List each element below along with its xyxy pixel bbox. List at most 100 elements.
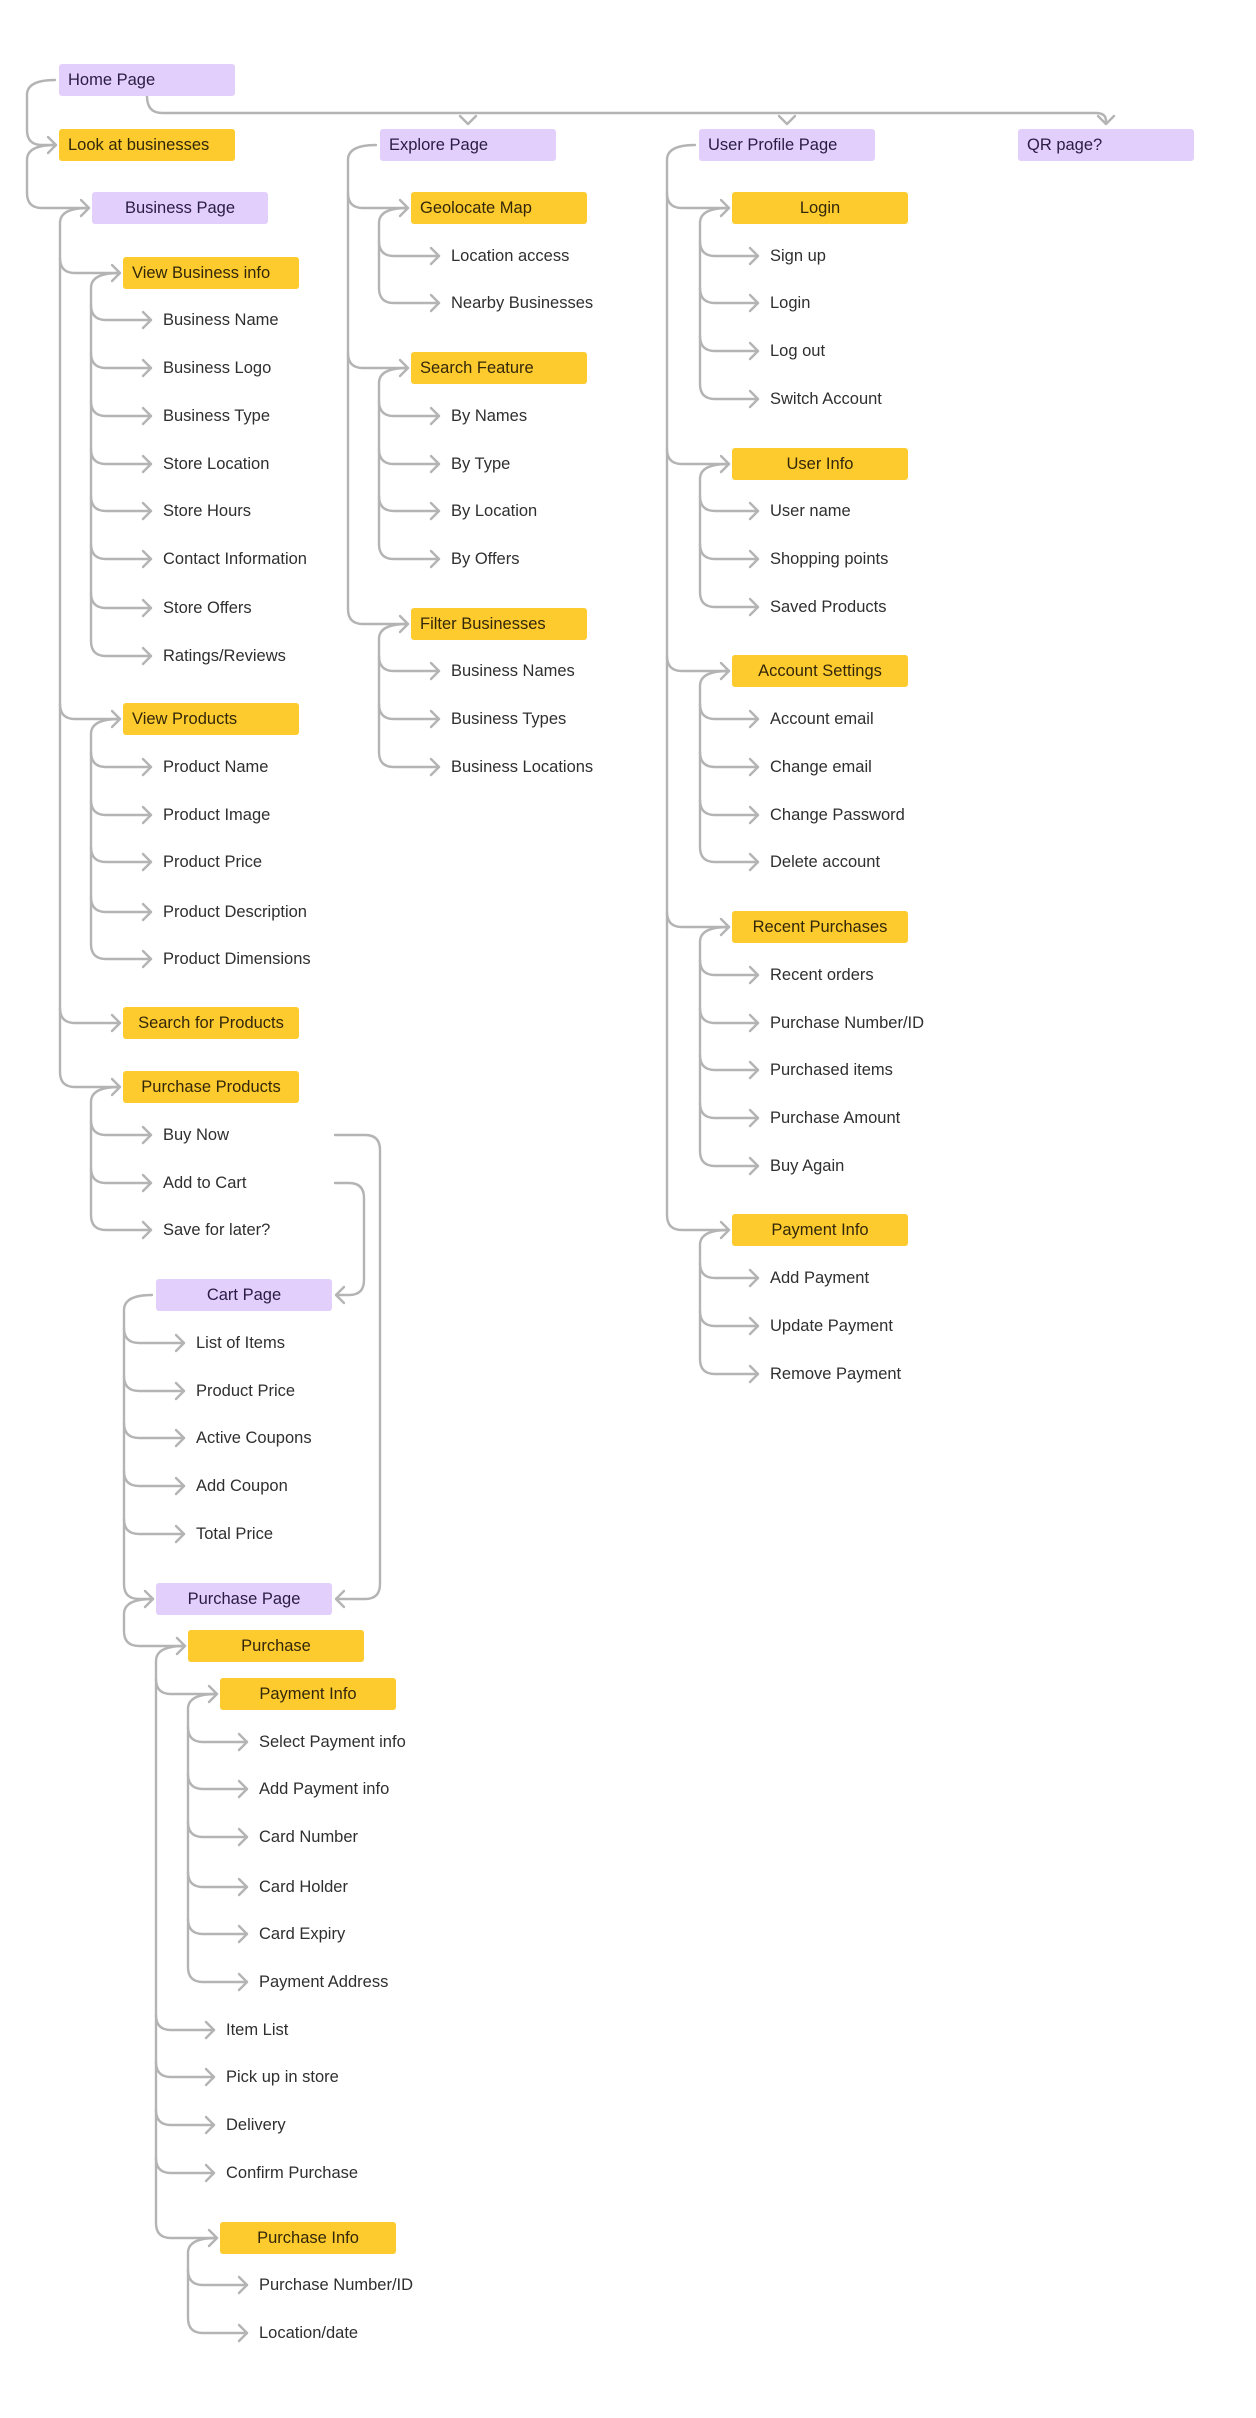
item-node-update-payment: Update Payment	[770, 1317, 893, 1335]
item-node-store-location: Store Location	[163, 455, 270, 473]
feature-node-search-for-products: Search for Products	[123, 1007, 299, 1039]
feature-node-user-info: User Info	[732, 448, 908, 480]
connector-branch-login	[665, 191, 731, 210]
item-node-buy-again: Buy Again	[770, 1157, 845, 1175]
item-node-purchased-items: Purchased items	[770, 1061, 893, 1079]
page-node-business-page: Business Page	[92, 192, 268, 224]
item-node-remove-payment: Remove Payment	[770, 1365, 902, 1383]
item-node-contact-information: Contact Information	[163, 550, 307, 568]
item-node-add-to-cart: Add to Cart	[163, 1174, 247, 1192]
connector-branch-look-at-businesses	[25, 128, 58, 147]
feature-node-look-at-businesses: Look at businesses	[59, 129, 235, 161]
item-node-delivery: Delivery	[226, 2116, 286, 2134]
connector-trunk-user-info	[698, 462, 730, 594]
item-node-saved-products: Saved Products	[770, 598, 887, 616]
feature-node-filter-businesses: Filter Businesses	[411, 608, 587, 640]
item-node-switch-account: Switch Account	[770, 390, 882, 408]
item-node-business-type: Business Type	[163, 407, 271, 425]
feature-node-account-settings: Account Settings	[732, 655, 908, 687]
connector-trunk-payment-info	[186, 1692, 218, 1969]
arrow-down-icon	[777, 114, 797, 126]
feature-node-purchase: Purchase	[188, 1630, 364, 1662]
arrow-down-icon	[458, 114, 478, 126]
connector-trunk-account-settings	[698, 669, 730, 849]
item-node-payment-address: Payment Address	[259, 1973, 389, 1991]
item-node-recent-orders: Recent orders	[770, 966, 874, 984]
connector-trunk-payment-info	[698, 1228, 730, 1361]
item-node-ratings-reviews: Ratings/Reviews	[163, 647, 286, 665]
connector-branch-business-page	[25, 191, 91, 210]
connector-trunk-user-profile-page	[665, 143, 697, 1217]
item-node-change-password: Change Password	[770, 806, 905, 824]
item-node-card-expiry: Card Expiry	[259, 1925, 346, 1943]
connector-add-to-cart-to-cart-page	[333, 1181, 366, 1297]
item-node-product-price: Product Price	[196, 1382, 296, 1400]
item-node-card-number: Card Number	[259, 1828, 359, 1846]
item-node-product-image: Product Image	[163, 806, 271, 824]
item-node-store-offers: Store Offers	[163, 599, 252, 617]
connector-branch-account-settings	[665, 654, 731, 673]
item-node-nearby-businesses: Nearby Businesses	[451, 294, 594, 312]
connector-trunk-view-business-info	[89, 271, 121, 643]
connector-trunk-purchase-products	[89, 1085, 121, 1217]
connector-trunk-home-page	[25, 78, 57, 132]
feature-node-login: Login	[732, 192, 908, 224]
connector-trunk-search-feature	[377, 366, 409, 546]
connector-trunk-login	[698, 206, 730, 386]
item-node-by-names: By Names	[451, 407, 528, 425]
item-node-by-type: By Type	[451, 455, 511, 473]
connector-branch-payment-info	[154, 1677, 219, 1696]
item-node-store-hours: Store Hours	[163, 502, 252, 520]
page-node-purchase-page: Purchase Page	[156, 1583, 332, 1615]
feature-node-view-business-info: View Business info	[123, 257, 299, 289]
item-node-card-holder: Card Holder	[259, 1878, 348, 1896]
item-node-product-name: Product Name	[163, 758, 269, 776]
item-node-business-names: Business Names	[451, 662, 575, 680]
feature-node-view-products: View Products	[123, 703, 299, 735]
item-node-purchase-amount: Purchase Amount	[770, 1109, 901, 1127]
connector-trunk-look-at-businesses	[25, 143, 57, 195]
page-node-user-profile-page: User Profile Page	[699, 129, 875, 161]
item-node-active-coupons: Active Coupons	[196, 1429, 312, 1447]
item-node-purchase-number-id: Purchase Number/ID	[259, 2276, 414, 2294]
item-node-by-offers: By Offers	[451, 550, 520, 568]
connector-branch-purchase	[122, 1629, 187, 1648]
item-node-product-dimensions: Product Dimensions	[163, 950, 311, 968]
connector-branch-user-info	[665, 447, 731, 466]
item-node-list-of-items: List of Items	[196, 1334, 285, 1352]
item-node-shopping-points: Shopping points	[770, 550, 889, 568]
item-node-product-price: Product Price	[163, 853, 263, 871]
connector-trunk-explore-page	[346, 143, 378, 611]
item-node-change-email: Change email	[770, 758, 872, 776]
feature-node-search-feature: Search Feature	[411, 352, 587, 384]
feature-node-payment-info: Payment Info	[732, 1214, 908, 1246]
page-node-explore-page: Explore Page	[380, 129, 556, 161]
connector-trunk-purchase-info	[186, 2236, 218, 2320]
item-node-pick-up-in-store: Pick up in store	[226, 2068, 339, 2086]
feature-node-payment-info: Payment Info	[220, 1678, 396, 1710]
item-node-account-email: Account email	[770, 710, 874, 728]
item-node-add-payment: Add Payment	[770, 1269, 870, 1287]
item-node-business-name: Business Name	[163, 311, 279, 329]
connector-home-to-top-pages	[145, 94, 1108, 123]
page-node-cart-page: Cart Page	[156, 1279, 332, 1311]
connector-branch-purchase-page	[122, 1582, 155, 1601]
item-node-location-access: Location access	[451, 247, 570, 265]
item-node-select-payment-info: Select Payment info	[259, 1733, 406, 1751]
item-node-sign-up: Sign up	[770, 247, 826, 265]
feature-node-purchase-products: Purchase Products	[123, 1071, 299, 1103]
page-node-home-page: Home Page	[59, 64, 235, 96]
connector-buy-now-to-purchase-page	[333, 1133, 382, 1601]
item-node-business-logo: Business Logo	[163, 359, 272, 377]
diagram-canvas: Home Page Look at businesses Business Page…	[0, 0, 1256, 2418]
connector-trunk-purchase	[154, 1644, 186, 2225]
item-node-user-name: User name	[770, 502, 851, 520]
connector-branch-purchase-info	[154, 2221, 219, 2240]
item-node-by-location: By Location	[451, 502, 538, 520]
item-node-save-for-later: Save for later?	[163, 1221, 271, 1239]
item-node-product-description: Product Description	[163, 903, 307, 921]
connector-branch-recent-purchases	[665, 910, 731, 929]
item-node-location-date: Location/date	[259, 2324, 359, 2342]
item-node-delete-account: Delete account	[770, 853, 881, 871]
feature-node-geolocate-map: Geolocate Map	[411, 192, 587, 224]
